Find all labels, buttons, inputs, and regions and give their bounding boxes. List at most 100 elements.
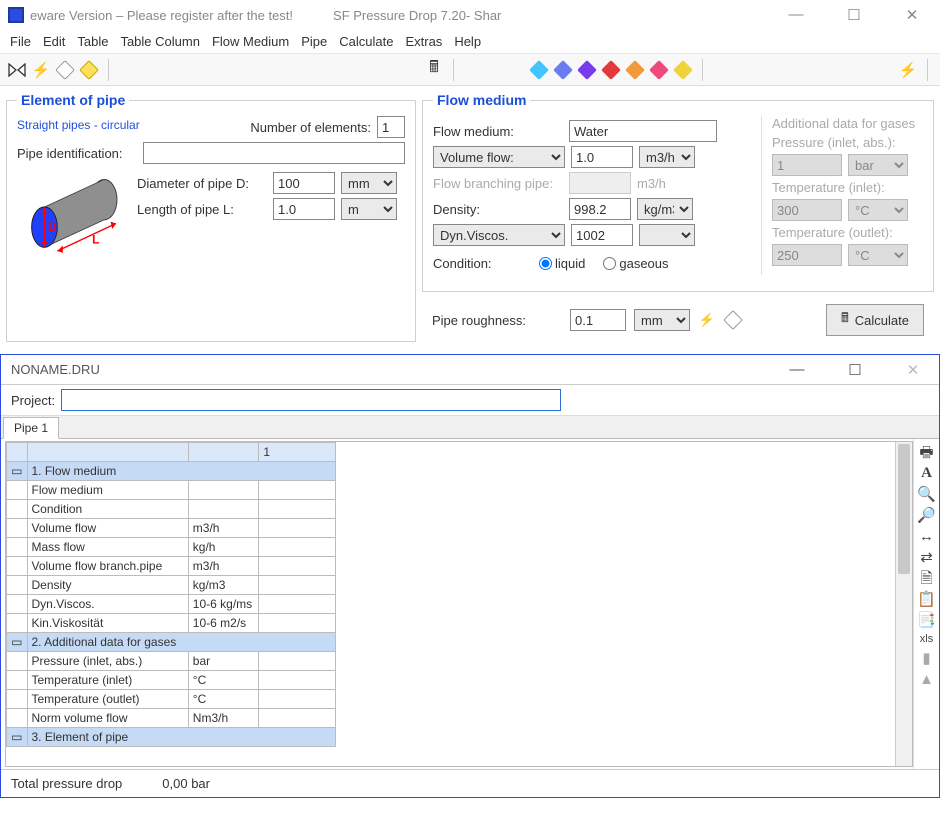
swap-icon[interactable]: ⇄ [920,550,933,565]
color-diamond-5[interactable] [650,61,668,79]
menu-table-column[interactable]: Table Column [120,34,200,49]
branch-input [569,172,631,194]
menu-pipe[interactable]: Pipe [301,34,327,49]
color-diamond-1[interactable] [554,61,572,79]
lightning-icon-2[interactable]: ⚡ [899,61,917,79]
flow-legend: Flow medium [433,92,530,108]
expand-s2[interactable]: ▭ [7,633,28,652]
results-maximize-button[interactable]: ☐ [835,361,875,379]
status-label: Total pressure drop [11,776,122,791]
table-row: Dyn.Viscos.10-6 kg/ms [7,595,336,614]
pipe-id-input[interactable] [143,142,405,164]
project-input[interactable] [61,389,561,411]
menu-edit[interactable]: Edit [43,34,65,49]
viscosity-select[interactable]: Dyn.Viscos. [433,224,565,246]
color-diamond-6[interactable] [674,61,692,79]
branch-unit: m3/h [637,176,666,191]
expand-s3[interactable]: ▭ [7,728,28,747]
table-row: Flow medium [7,481,336,500]
vertical-scrollbar[interactable] [895,442,912,766]
font-icon[interactable]: A [921,466,932,481]
table-row: Norm volume flowNm3/h [7,709,336,728]
volume-flow-unit[interactable]: m3/h [639,146,695,168]
results-title: NONAME.DRU [11,362,100,377]
toolbar: ⚡ 🖩 ⚡ [0,54,940,86]
menu-calculate[interactable]: Calculate [339,34,393,49]
volume-flow-input[interactable] [571,146,633,168]
diameter-unit[interactable]: mm [341,172,397,194]
table-row: Temperature (outlet)°C [7,690,336,709]
zoom-out-icon[interactable]: 🔎 [917,508,936,523]
viscosity-input[interactable] [571,224,633,246]
num-elements-input[interactable] [377,116,405,138]
collapse-icon[interactable]: ▮ [922,651,930,666]
xls-icon[interactable]: xls [920,634,933,645]
color-diamond-2[interactable] [578,61,596,79]
bowtie-icon[interactable] [8,61,26,79]
side-toolbar: 🖶 A 🔍 🔎 ↔ ⇄ 🗎 📋 📑 xls ▮ ▲ [913,439,939,769]
length-unit[interactable]: m [341,198,397,220]
condition-gaseous[interactable]: gaseous [603,256,668,271]
table-row: Densitykg/m3 [7,576,336,595]
gas-temp-out-input [772,244,842,266]
zoom-in-icon[interactable]: 🔍 [917,487,936,502]
calculator-icon: 🖩 [841,309,849,331]
diameter-label: Diameter of pipe D: [137,176,267,191]
menu-flow-medium[interactable]: Flow Medium [212,34,289,49]
status-value: 0,00 bar [162,776,210,791]
table-row: Condition [7,500,336,519]
copy-all-icon[interactable]: 📑 [917,613,936,628]
roughness-diamond-icon[interactable] [724,311,742,329]
calculate-button[interactable]: 🖩 Calculate [826,304,924,336]
results-minimize-button[interactable]: — [777,361,817,379]
up-icon[interactable]: ▲ [919,672,934,687]
flow-medium-input[interactable] [569,120,717,142]
density-unit[interactable]: kg/m3 [637,198,693,220]
menu-file[interactable]: File [10,34,31,49]
roughness-unit[interactable]: mm [634,309,690,331]
gas-temp-out-label: Temperature (outlet): [772,225,923,240]
roughness-input[interactable] [570,309,626,331]
diameter-input[interactable] [273,172,335,194]
print-icon[interactable]: 🖶 [919,445,933,460]
app-icon [8,7,24,23]
volume-flow-select[interactable]: Volume flow: [433,146,565,168]
copy-icon[interactable]: 📋 [917,592,936,607]
lightning-icon[interactable]: ⚡ [32,61,50,79]
pipe-id-label: Pipe identification: [17,146,137,161]
density-input[interactable] [569,198,631,220]
color-diamond-3[interactable] [602,61,620,79]
diamond-icon-1[interactable] [56,61,74,79]
color-diamond-4[interactable] [626,61,644,79]
tab-pipe1[interactable]: Pipe 1 [3,417,59,439]
table-row: Volume flowm3/h [7,519,336,538]
title-text-right: SF Pressure Drop 7.20- Shar [333,8,501,23]
color-diamond-0[interactable] [530,61,548,79]
minimize-button[interactable]: — [776,6,816,24]
page-icon[interactable]: 🗎 [920,571,932,586]
expand-s1[interactable]: ▭ [7,462,28,481]
fit-width-icon[interactable]: ↔ [919,529,934,544]
pipe-subtype: Straight pipes - circular [17,118,140,132]
viscosity-unit[interactable] [639,224,695,246]
results-grid-wrap[interactable]: 1 ▭1. Flow medium Flow medium Condition … [5,441,913,767]
density-label: Density: [433,202,563,217]
section-1: 1. Flow medium [27,462,336,481]
diamond-icon-2[interactable] [80,61,98,79]
roughness-lightning-icon[interactable]: ⚡ [698,311,716,329]
gas-temp-out-unit: °C [848,244,908,266]
roughness-row: Pipe roughness: mm ⚡ 🖩 Calculate [422,298,934,342]
calculator-icon[interactable]: 🖩 [425,61,443,79]
condition-liquid[interactable]: liquid [539,256,585,271]
close-button[interactable]: ✕ [892,6,932,24]
menu-table[interactable]: Table [77,34,108,49]
gas-pressure-unit: bar [848,154,908,176]
menu-extras[interactable]: Extras [405,34,442,49]
table-row: Temperature (inlet)°C [7,671,336,690]
table-row: Pressure (inlet, abs.)bar [7,652,336,671]
maximize-button[interactable]: ☐ [834,6,874,24]
results-close-button[interactable]: ✕ [893,361,933,379]
length-input[interactable] [273,198,335,220]
section-3: 3. Element of pipe [27,728,336,747]
menu-help[interactable]: Help [454,34,481,49]
